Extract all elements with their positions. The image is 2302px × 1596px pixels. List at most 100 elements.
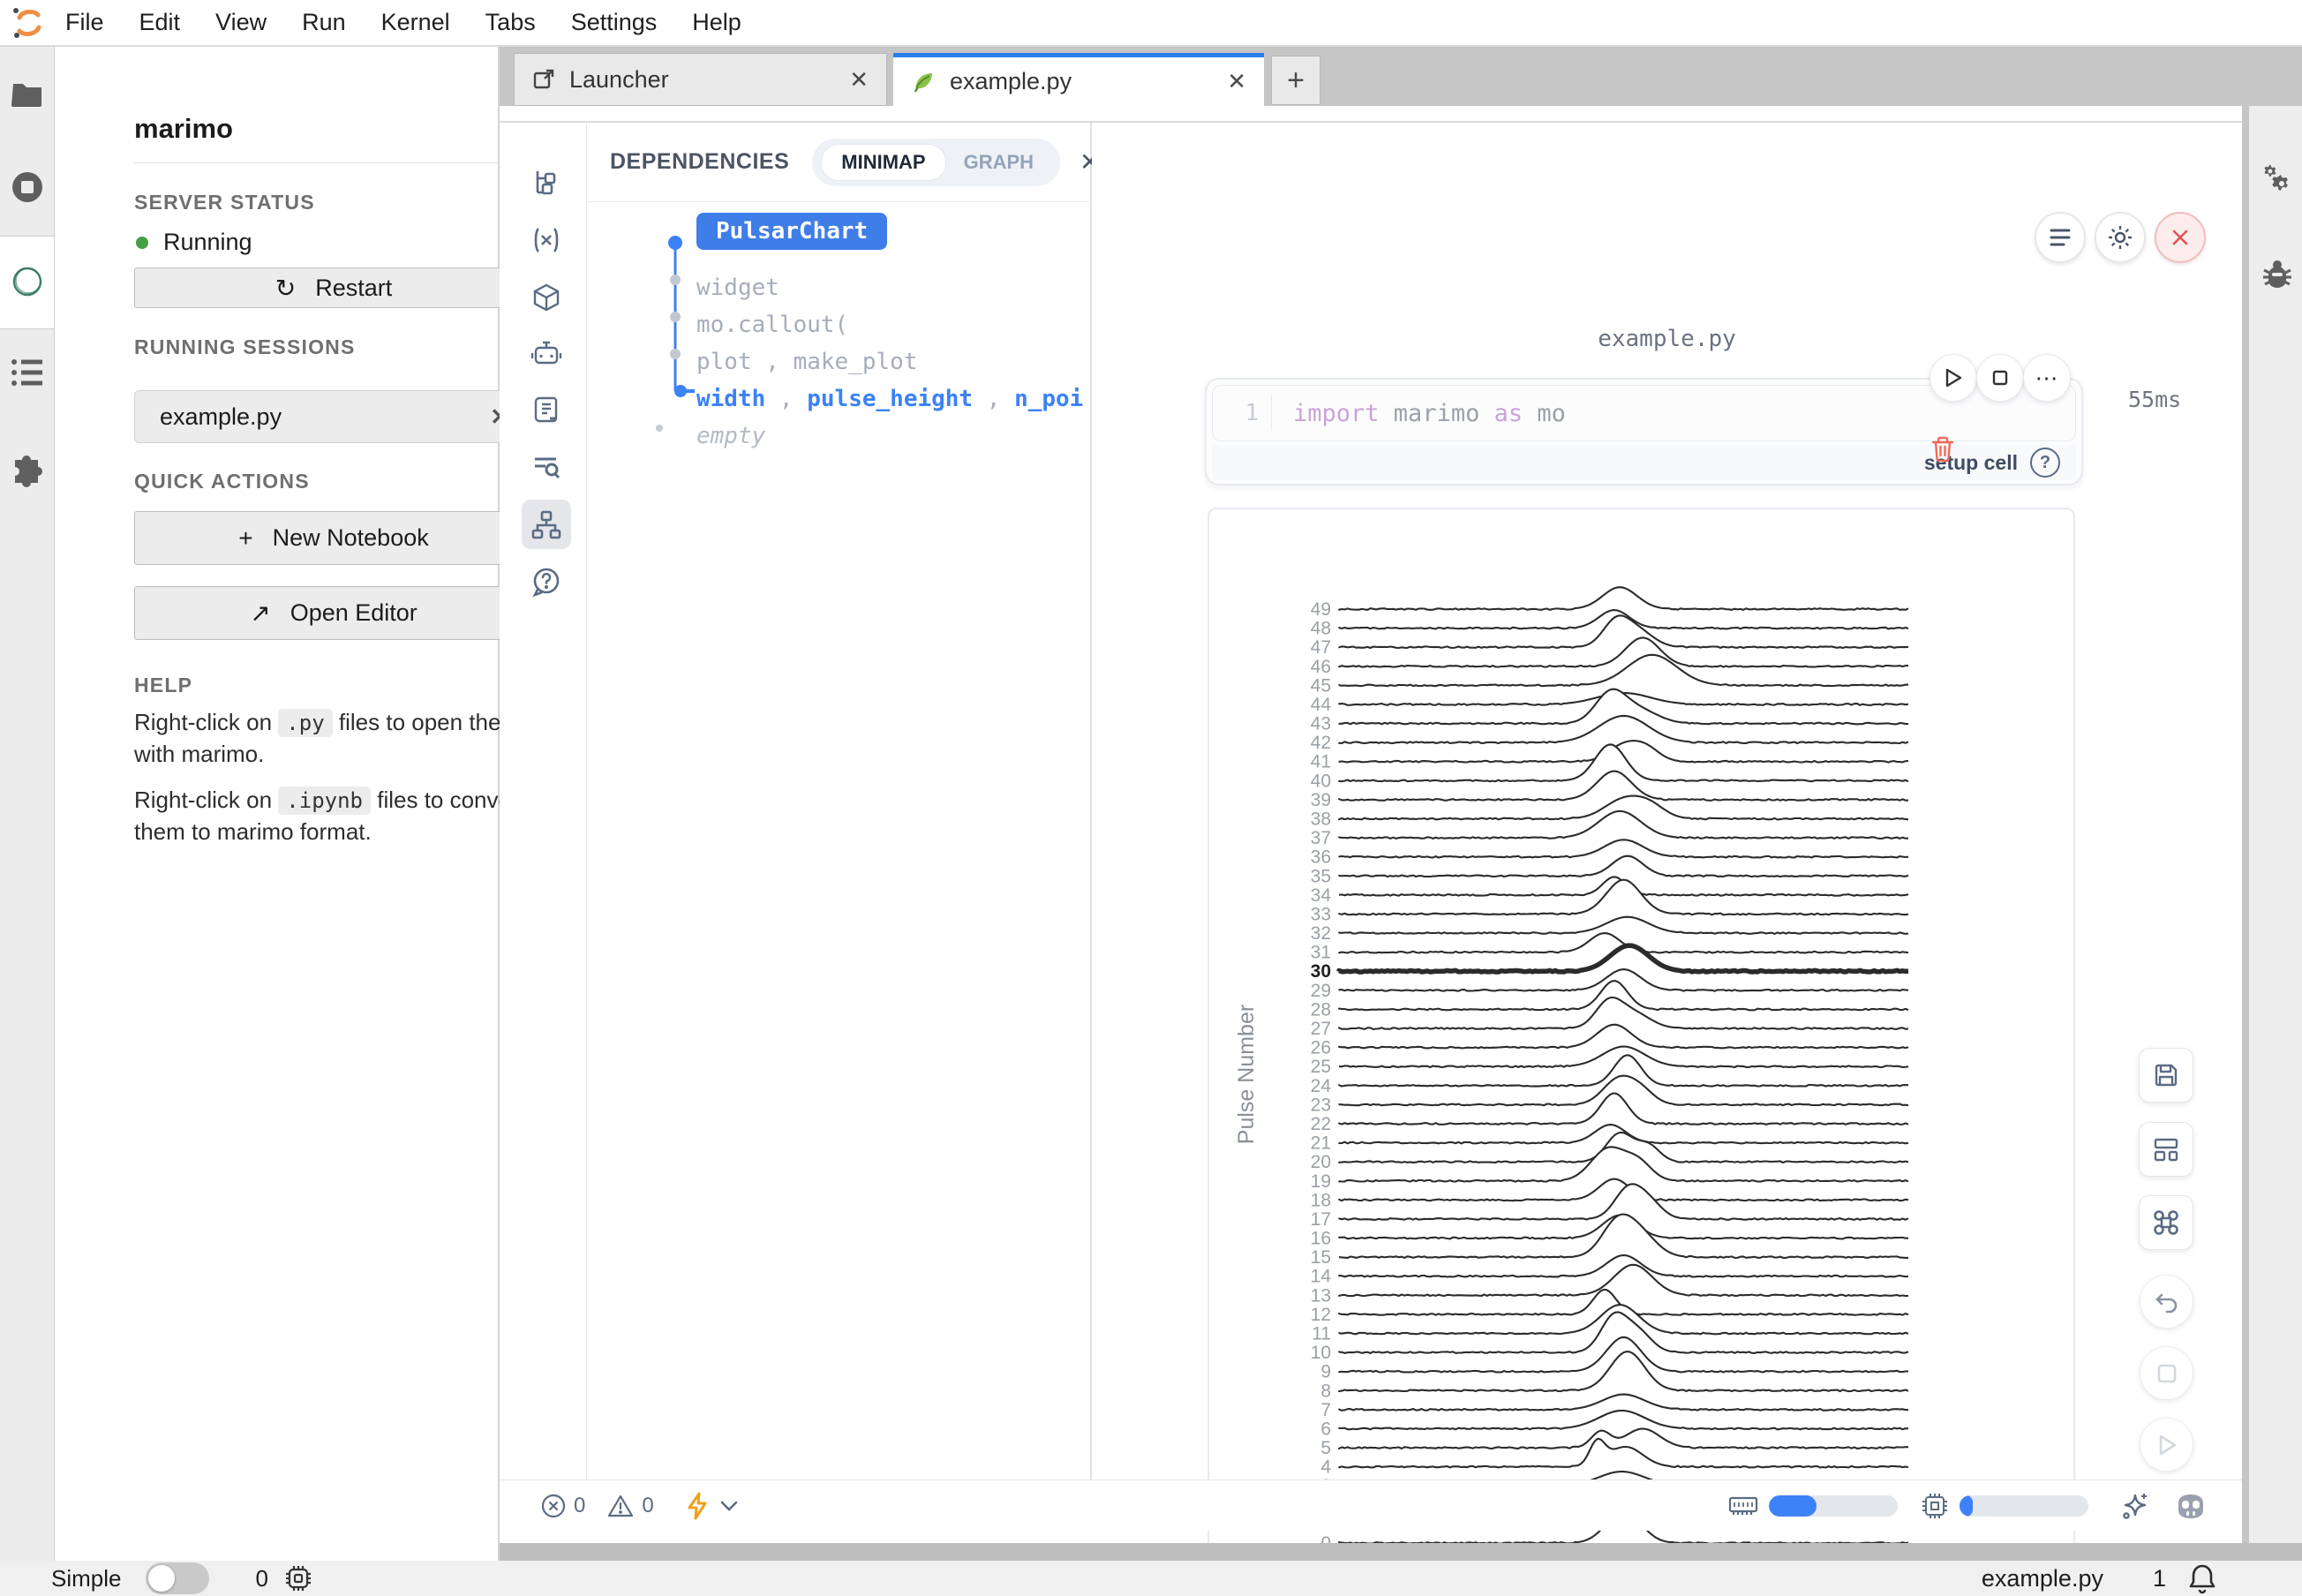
help-panel-icon[interactable] bbox=[522, 557, 571, 606]
menu-file[interactable]: File bbox=[48, 9, 122, 36]
ipynb-extension-chip: .ipynb bbox=[278, 787, 371, 815]
dependencies-panel-icon[interactable] bbox=[522, 500, 571, 549]
delete-cell-icon[interactable] bbox=[1930, 435, 1956, 468]
packages-icon[interactable] bbox=[522, 273, 571, 322]
marimo-sidebar-icon[interactable] bbox=[10, 263, 45, 298]
tree-item-plot[interactable]: plot , make_plot bbox=[696, 349, 917, 375]
svg-text:5: 5 bbox=[1320, 1438, 1331, 1458]
tree-item-callout[interactable]: mo.callout( bbox=[696, 312, 848, 338]
menu-edit[interactable]: Edit bbox=[122, 9, 199, 36]
close-tab-icon[interactable]: ✕ bbox=[1227, 68, 1246, 95]
svg-text:18: 18 bbox=[1311, 1190, 1331, 1210]
notebook-shutdown-button[interactable] bbox=[2155, 212, 2206, 263]
right-strip-top bbox=[2249, 47, 2302, 106]
ram-progress-bar bbox=[1769, 1495, 1898, 1517]
layout-toggle-button[interactable] bbox=[2139, 1122, 2193, 1177]
error-indicator[interactable]: 0 bbox=[540, 1493, 594, 1519]
menu-run[interactable]: Run bbox=[284, 9, 364, 36]
application-window: File Edit View Run Kernel Tabs Settings … bbox=[0, 0, 2302, 1596]
ai-sparkle-icon[interactable] bbox=[2120, 1490, 2150, 1522]
svg-text:44: 44 bbox=[1311, 695, 1332, 715]
panel-icon-strip bbox=[507, 123, 587, 1479]
copilot-icon[interactable] bbox=[2175, 1493, 2207, 1519]
functions-icon[interactable] bbox=[522, 215, 571, 265]
run-all-button[interactable] bbox=[2140, 1418, 2193, 1472]
debugger-icon[interactable] bbox=[2261, 258, 2293, 290]
interrupt-button[interactable] bbox=[2140, 1346, 2193, 1400]
close-tab-icon[interactable]: ✕ bbox=[849, 66, 869, 94]
open-editor-button[interactable]: ↗ Open Editor bbox=[134, 586, 533, 640]
launcher-tab-icon bbox=[532, 68, 555, 91]
svg-text:24: 24 bbox=[1311, 1076, 1332, 1096]
svg-text:49: 49 bbox=[1311, 599, 1331, 620]
tab-graph[interactable]: GRAPH bbox=[946, 151, 1051, 174]
svg-text:48: 48 bbox=[1311, 619, 1331, 639]
tab-launcher[interactable]: Launcher ✕ bbox=[514, 53, 887, 106]
tree-item-width[interactable]: width , pulse_height , n_poi bbox=[696, 386, 1083, 412]
svg-text:36: 36 bbox=[1311, 847, 1331, 868]
external-arrow-icon: ↗ bbox=[250, 598, 270, 628]
simple-mode-toggle[interactable] bbox=[146, 1562, 209, 1594]
stop-cell-button[interactable] bbox=[1976, 354, 2024, 402]
plus-icon: + bbox=[238, 524, 252, 553]
svg-text:37: 37 bbox=[1311, 828, 1331, 848]
running-kernels-icon[interactable] bbox=[11, 170, 44, 204]
keyboard-shortcuts-button[interactable] bbox=[2139, 1195, 2193, 1250]
quick-actions-heading: QUICK ACTIONS bbox=[134, 470, 310, 493]
notebook-menu-button[interactable] bbox=[2035, 212, 2086, 263]
run-cell-button[interactable] bbox=[1930, 354, 1977, 402]
scratchpad-search-icon[interactable] bbox=[522, 442, 571, 492]
tree-item-empty[interactable]: empty bbox=[696, 423, 765, 449]
active-file-label: example.py bbox=[1982, 1565, 2103, 1592]
bell-icon[interactable] bbox=[2187, 1562, 2217, 1594]
ram-usage bbox=[1728, 1494, 1898, 1517]
property-inspector-icon[interactable] bbox=[2261, 164, 2293, 196]
svg-text:45: 45 bbox=[1311, 675, 1331, 696]
svg-text:30: 30 bbox=[1311, 961, 1331, 982]
help-text-py: Right-click on .py files to open them wi… bbox=[134, 707, 540, 771]
file-browser-icon[interactable] bbox=[11, 79, 44, 109]
session-name: example.py bbox=[160, 403, 490, 431]
cell-more-button[interactable]: ⋯ bbox=[2023, 354, 2071, 402]
extensions-icon[interactable] bbox=[10, 455, 45, 490]
warning-count: 0 bbox=[642, 1494, 653, 1518]
svg-text:16: 16 bbox=[1311, 1229, 1331, 1249]
tab-example-py[interactable]: example.py ✕ bbox=[893, 53, 1264, 106]
logs-icon[interactable] bbox=[522, 385, 571, 434]
kernel-chip-icon bbox=[284, 1564, 312, 1592]
session-item[interactable]: example.py ✕ bbox=[134, 390, 533, 443]
svg-text:43: 43 bbox=[1311, 714, 1331, 734]
pulsar-chart-output: Pulse Number4948474645444342414039383736… bbox=[1207, 508, 2075, 1562]
menu-tabs[interactable]: Tabs bbox=[468, 9, 553, 36]
tab-minimap[interactable]: MINIMAP bbox=[821, 144, 945, 181]
restart-button[interactable]: ↻ Restart bbox=[134, 267, 533, 308]
svg-text:20: 20 bbox=[1311, 1152, 1331, 1172]
view-toggle: MINIMAP GRAPH bbox=[812, 139, 1060, 186]
dock-resize-band[interactable] bbox=[500, 1543, 2302, 1561]
svg-text:40: 40 bbox=[1311, 771, 1331, 791]
new-tab-button[interactable]: + bbox=[1271, 56, 1320, 105]
run-mode-indicator[interactable] bbox=[686, 1492, 739, 1520]
menu-view[interactable]: View bbox=[198, 9, 284, 36]
tree-item-pulsarchart[interactable]: PulsarChart bbox=[696, 218, 887, 245]
new-notebook-button[interactable]: + New Notebook bbox=[134, 511, 533, 565]
svg-text:14: 14 bbox=[1311, 1267, 1332, 1287]
menu-help[interactable]: Help bbox=[674, 9, 759, 36]
svg-text:22: 22 bbox=[1311, 1114, 1331, 1134]
variable-explorer-icon[interactable] bbox=[522, 158, 571, 207]
notebook-settings-button[interactable] bbox=[2095, 212, 2146, 263]
svg-text:25: 25 bbox=[1311, 1057, 1331, 1077]
tree-item-widget[interactable]: widget bbox=[696, 275, 779, 301]
table-of-contents-icon[interactable] bbox=[11, 358, 44, 388]
ai-assistant-icon[interactable] bbox=[522, 329, 571, 379]
svg-text:32: 32 bbox=[1311, 923, 1331, 944]
setup-help-icon[interactable]: ? bbox=[2030, 448, 2060, 478]
svg-text:31: 31 bbox=[1311, 943, 1331, 963]
menu-settings[interactable]: Settings bbox=[553, 9, 675, 36]
marimo-leaf-icon bbox=[911, 70, 936, 94]
warning-indicator[interactable]: 0 bbox=[606, 1493, 662, 1519]
undo-button[interactable] bbox=[2140, 1275, 2193, 1329]
menu-kernel[interactable]: Kernel bbox=[364, 9, 468, 36]
save-notebook-button[interactable] bbox=[2139, 1048, 2193, 1103]
svg-text:35: 35 bbox=[1311, 866, 1331, 886]
